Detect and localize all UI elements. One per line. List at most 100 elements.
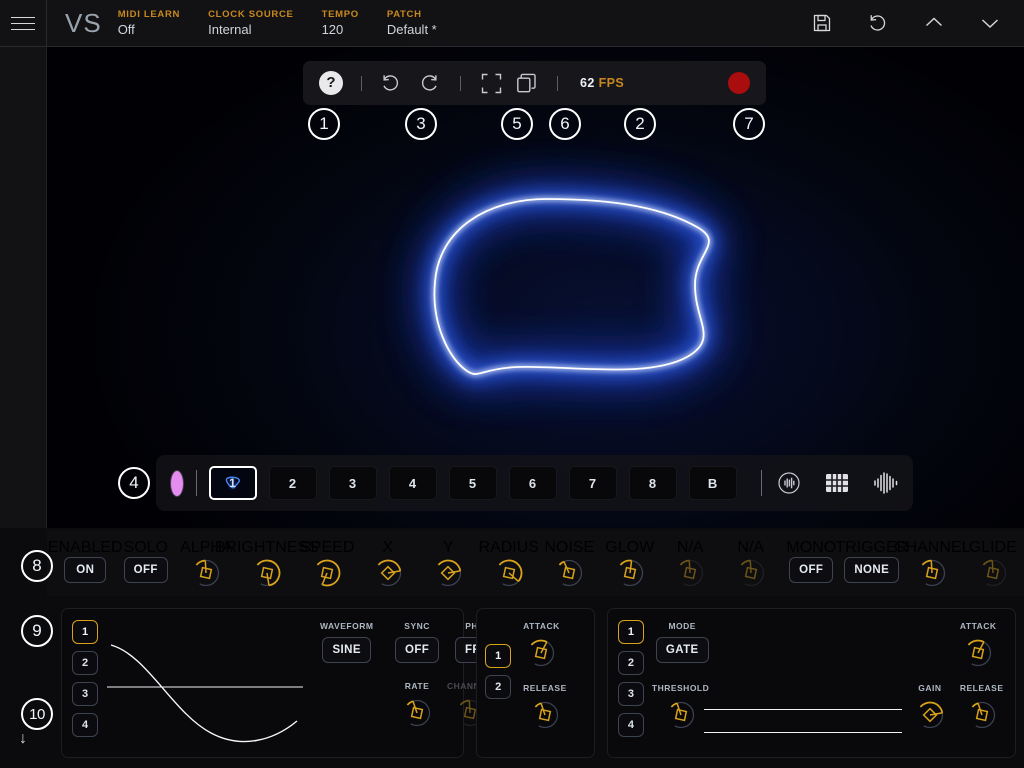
hamburger-icon[interactable] bbox=[0, 0, 47, 46]
param-glow-9: GLOW bbox=[600, 530, 661, 589]
param-glide-knob[interactable] bbox=[975, 557, 1011, 589]
control-label: RATE bbox=[404, 681, 430, 691]
redo-icon[interactable] bbox=[418, 72, 440, 94]
param-mono-button[interactable]: OFF bbox=[789, 557, 834, 583]
layer-slot-number: 8 bbox=[648, 475, 657, 491]
param-speed-knob[interactable] bbox=[309, 557, 345, 589]
layer-slot-7[interactable]: 7 bbox=[568, 466, 617, 500]
lfo-waveform-button[interactable]: SINE bbox=[322, 637, 371, 663]
param-trigger-13: TRIGGER NONE bbox=[835, 530, 908, 583]
fps-unit: FPS bbox=[598, 76, 625, 90]
envelope-slot-2[interactable]: 2 bbox=[485, 675, 512, 699]
chevron-up-icon[interactable] bbox=[922, 11, 946, 35]
lfo-slot-4[interactable]: 4 bbox=[72, 713, 98, 737]
control-label: Y bbox=[442, 539, 454, 556]
layer-slot-B[interactable]: B bbox=[688, 466, 737, 500]
lfo-slot-1[interactable]: 1 bbox=[72, 620, 98, 644]
param-n-a-knob[interactable] bbox=[672, 557, 708, 589]
lfo-slot-2[interactable]: 2 bbox=[72, 651, 98, 675]
audio-slot-3[interactable]: 3 bbox=[617, 682, 644, 706]
param-x-knob[interactable] bbox=[370, 557, 406, 589]
param-trigger-button[interactable]: NONE bbox=[844, 557, 900, 583]
control-label: GLOW bbox=[605, 539, 655, 556]
chevron-down-icon[interactable] bbox=[978, 11, 1002, 35]
lfo-sync-button[interactable]: OFF bbox=[395, 637, 440, 663]
scroll-down-arrow[interactable]: ↓ bbox=[19, 730, 27, 748]
save-icon[interactable] bbox=[810, 11, 834, 35]
record-button[interactable] bbox=[728, 72, 750, 94]
param-n-a-knob[interactable] bbox=[733, 557, 769, 589]
control-label: RELEASE bbox=[959, 683, 1004, 693]
param-alpha-knob[interactable] bbox=[188, 557, 224, 589]
mode-button[interactable]: GATE bbox=[655, 637, 709, 663]
layer-slot-4[interactable]: 4 bbox=[388, 466, 437, 500]
modulation-circle-icon[interactable] bbox=[777, 471, 801, 495]
audio-slot-4[interactable]: 4 bbox=[617, 713, 644, 737]
stat-value: Internal bbox=[208, 22, 252, 37]
audio-waveform-icon[interactable] bbox=[873, 471, 899, 495]
stat-midi-learn[interactable]: MIDI LEARN Off bbox=[118, 0, 180, 46]
layer-slot-6[interactable]: 6 bbox=[508, 466, 557, 500]
canvas-toolbar: ? 62 FPS bbox=[303, 61, 766, 105]
undo-icon[interactable] bbox=[380, 72, 402, 94]
param-brightness-knob[interactable] bbox=[249, 557, 285, 589]
stat-patch[interactable]: PATCH Default * bbox=[387, 0, 437, 46]
layer-slot-2[interactable]: 2 bbox=[268, 466, 317, 500]
layer-slots: 1 2 3 4 5 6 7 8 B bbox=[208, 466, 749, 500]
grid-icon[interactable] bbox=[825, 472, 849, 494]
layer-bar: 1 2 3 4 5 6 7 8 B bbox=[156, 455, 913, 511]
revert-icon[interactable] bbox=[866, 11, 890, 35]
param-noise-knob[interactable] bbox=[551, 557, 587, 589]
divider bbox=[460, 75, 461, 91]
layer-slot-number: 4 bbox=[408, 475, 417, 491]
lfo-rate-knob[interactable] bbox=[399, 697, 435, 729]
param-solo-button[interactable]: OFF bbox=[123, 557, 168, 583]
control-label: GLIDE bbox=[968, 539, 1017, 556]
param-y-6: Y bbox=[418, 530, 479, 589]
layer-slot-1[interactable]: 1 bbox=[208, 466, 257, 500]
param-noise-8: NOISE bbox=[539, 530, 600, 589]
param-radius-7: RADIUS bbox=[479, 530, 540, 589]
layer-slot-8[interactable]: 8 bbox=[628, 466, 677, 500]
audio-release-knob[interactable] bbox=[964, 699, 1000, 731]
envelope-slot-1[interactable]: 1 bbox=[485, 644, 512, 668]
lfo-slot-3[interactable]: 3 bbox=[72, 682, 98, 706]
param-y-knob[interactable] bbox=[430, 557, 466, 589]
callout-9: 9 bbox=[21, 615, 53, 647]
audio-slot-2[interactable]: 2 bbox=[617, 651, 644, 675]
lfo-control-rate: RATE bbox=[399, 681, 435, 729]
copy-icon[interactable] bbox=[516, 73, 537, 94]
fullscreen-icon[interactable] bbox=[481, 73, 502, 94]
param-enabled-button[interactable]: ON bbox=[64, 557, 107, 583]
control-label: ATTACK bbox=[523, 621, 560, 631]
param-n-a-10: N/A bbox=[660, 530, 721, 589]
divider bbox=[557, 75, 558, 91]
stat-clock-source[interactable]: CLOCK SOURCE Internal bbox=[208, 0, 293, 46]
stat-value: 120 bbox=[321, 22, 344, 37]
audio-gain-knob[interactable] bbox=[912, 699, 948, 731]
param-glide-15: GLIDE bbox=[963, 530, 1024, 589]
control-label: N/A bbox=[737, 539, 765, 556]
top-bar: VS MIDI LEARN Off CLOCK SOURCE Internal … bbox=[0, 0, 1024, 47]
audio-threshold-knob[interactable] bbox=[663, 699, 699, 731]
lfo-panel: 1234 WAVEFORM SINE SYNC OFF PHASE FREE R… bbox=[61, 608, 508, 758]
audio-control-mode: MODE GATE bbox=[655, 621, 709, 663]
layer-slot-5[interactable]: 5 bbox=[448, 466, 497, 500]
param-channel-knob[interactable] bbox=[914, 557, 950, 589]
callout-8: 8 bbox=[21, 550, 53, 582]
param-enabled-0: ENABLED ON bbox=[48, 530, 123, 583]
stat-tempo[interactable]: TEMPO 120 bbox=[322, 0, 359, 46]
param-radius-knob[interactable] bbox=[491, 557, 527, 589]
envelope-release-knob[interactable] bbox=[527, 699, 563, 731]
visual-canvas[interactable]: ? 62 FPS 1 2 3 4 5 6 7 8 B bbox=[47, 47, 1024, 528]
lfo-waveform-plot[interactable] bbox=[107, 621, 307, 754]
color-swatch[interactable] bbox=[170, 469, 185, 497]
audio-slot-1[interactable]: 1 bbox=[617, 620, 644, 644]
param-glow-knob[interactable] bbox=[612, 557, 648, 589]
layer-slot-number: 1 bbox=[229, 476, 236, 490]
audio-attack-knob[interactable] bbox=[960, 637, 996, 669]
layer-slot-3[interactable]: 3 bbox=[328, 466, 377, 500]
param-solo-1: SOLO OFF bbox=[116, 530, 177, 583]
envelope-attack-knob[interactable] bbox=[523, 637, 559, 669]
help-button[interactable]: ? bbox=[319, 71, 343, 95]
